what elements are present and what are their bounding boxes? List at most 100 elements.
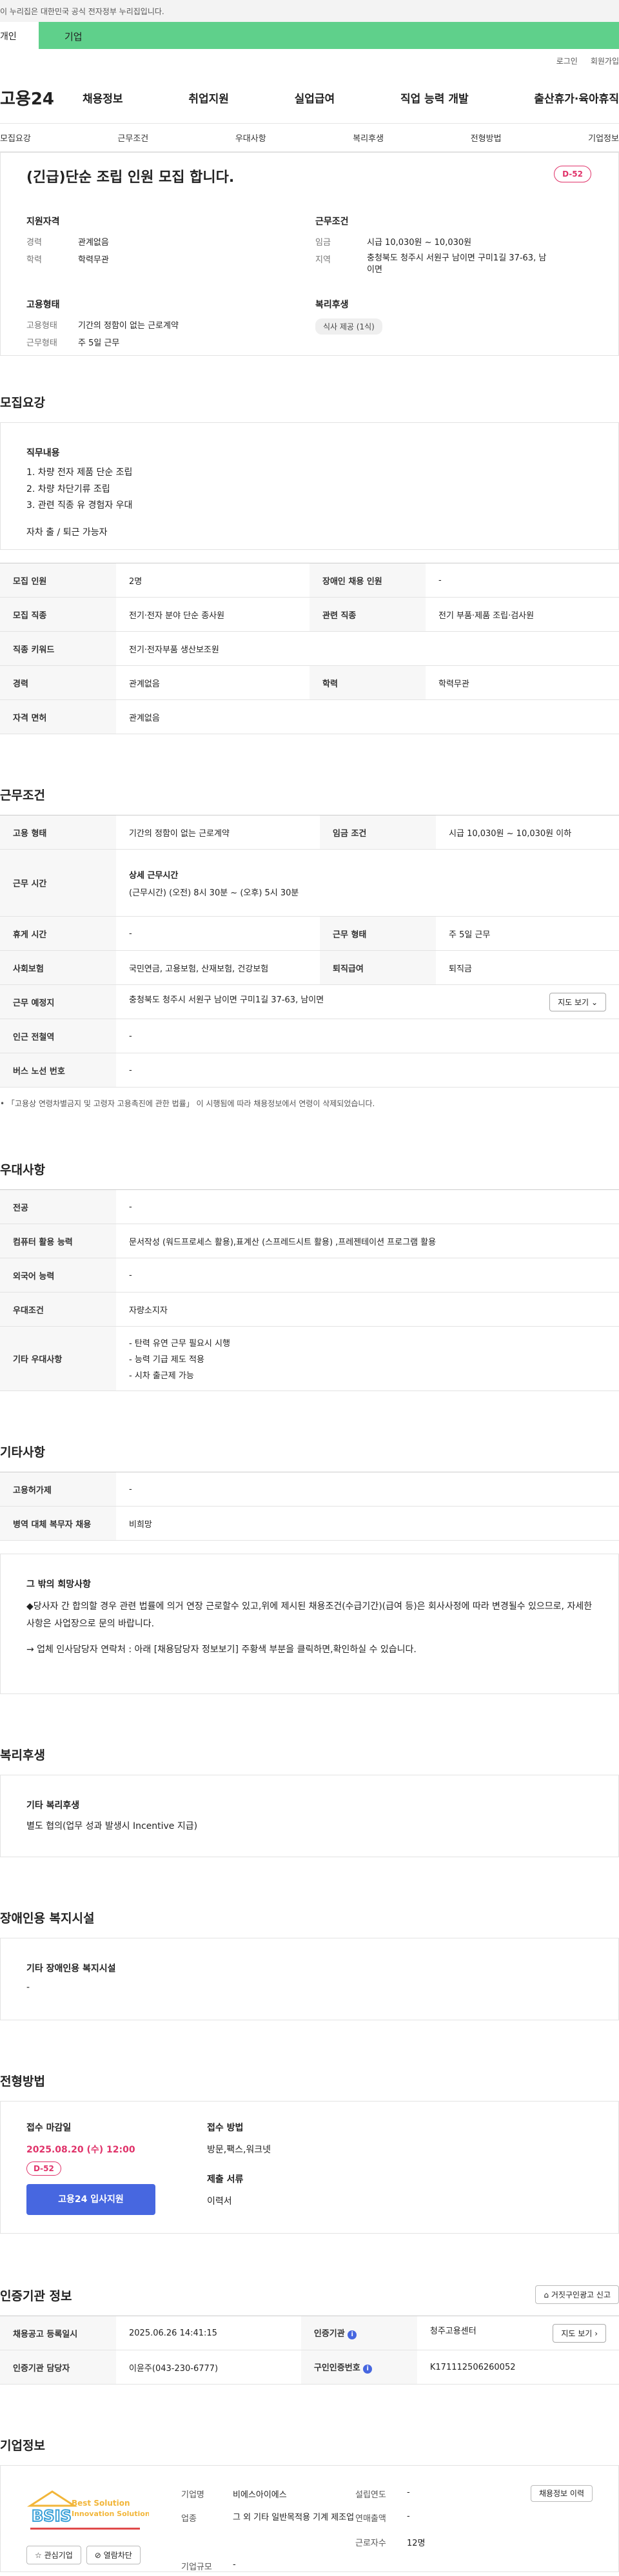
menu-unemployment[interactable]: 실업급여 [295,90,335,106]
cell-value: 관계없음 [116,699,619,734]
info-icon[interactable]: i [363,2365,373,2374]
cell-header: 컴퓨터 활용 능력 [0,1224,116,1258]
cell-header: 인근 전철역 [0,1019,116,1053]
cert-header: 인증기관 정보 ⌂ 거짓구인광고 신고 [0,2234,619,2316]
education-label: 학력 [26,255,42,265]
employee-count-label: 근로자수 [355,2538,386,2548]
cert-table: 채용공고 등록일시 2025.06.26 14:41:15 인증기관 i 청주고용… [0,2316,619,2385]
wage-value: 시급 10,030원 ~ 10,030원 [367,238,472,248]
section-nav: 모집요강 근무조건 우대사항 복리후생 전형방법 기업정보 [0,124,619,152]
cell-value: 상세 근무시간 (근무시간) (오전) 8시 30분 ~ (오후) 5시 30분 [116,849,619,917]
company-logo: BSIS Best Solution Innovation Solution [26,2488,150,2535]
subnav-apply[interactable]: 전형방법 [471,132,502,144]
method-heading: 접수 방법 [207,2123,244,2133]
docs-heading: 제출 서류 [207,2174,244,2185]
founded-year-value: - [407,2488,410,2497]
job-description-heading: 직무내용 [26,448,60,458]
join-link[interactable]: 회원가입 [591,55,619,66]
favorite-company-button[interactable]: ☆ 관심기업 [26,2546,81,2564]
other-requests-line: ◆당사자 간 합의할 경우 관련 법률에 의거 연장 근로할수 있고,위에 제시… [26,1601,593,1629]
cell-header: 우대조건 [0,1292,116,1327]
table-row: 외국어 능력 - [0,1258,619,1293]
cell-value: - [116,916,320,951]
work-time-heading: 상세 근무시간 [129,870,179,881]
subnav-work[interactable]: 근무조건 [117,132,148,144]
region-value: 충청북도 청주시 서원구 남이면 구미1길 37-63, 남이면 [367,253,547,275]
career-value: 관계없음 [78,238,109,248]
cert-number-label: 구인인증번호 [313,2363,360,2373]
subnav-pref[interactable]: 우대사항 [235,132,266,144]
site-logo[interactable]: 고용24 [0,86,83,110]
job-line-spacer [26,516,593,523]
company-section-title: 기업정보 [0,2439,45,2453]
cell-header: 관련 직종 [310,597,426,632]
table-row: 우대조건 자량소지자 [0,1292,619,1327]
cell-value: 자량소지자 [116,1292,619,1327]
apply-box: 접수 마감일 2025.08.20 (수) 12:00 D-52 고용24 입사… [0,2101,619,2234]
agency-map-button[interactable]: 지도 보기 › [553,2323,606,2343]
cell-value: - [116,1019,619,1053]
summary-card: (긴급)단순 조립 인원 모집 합니다. D-52 지원자격 경력 관계없음 학력… [0,152,619,356]
education-value: 학력무관 [78,255,109,265]
login-link[interactable]: 로그인 [556,55,578,66]
employment-type-value: 기간의 정함이 없는 근로계약 [78,321,179,331]
welfare-box: 기타 복리후생 별도 협의(업무 성과 발생시 Incentive 지급) [0,1775,619,1857]
cell-value: 청주고용센터 지도 보기 › [417,2316,619,2350]
tab-personal[interactable]: 개인 [0,22,39,49]
career-label: 경력 [26,238,42,248]
favorite-label: 관심기업 [44,2551,73,2560]
main-menu: 채용정보 취업지원 실업급여 직업 능력 개발 출산휴가·육아휴직 [83,90,619,106]
subnav-welfare[interactable]: 복리후생 [353,132,384,144]
cell-value: 2025.06.26 14:41:15 [116,2316,301,2350]
block-label: 열람차단 [103,2551,132,2560]
star-icon: ☆ [35,2551,42,2560]
recruit-history-button[interactable]: 채용정보 이력 [530,2485,593,2502]
work-place-value: 충청북도 청주시 서원구 남이면 구미1길 37-63, 남이면 [129,995,324,1005]
cell-header: 자격 면허 [0,699,116,734]
subnav-recruit[interactable]: 모집요강 [0,132,31,144]
age-note: • 「고용상 연령차별금지 및 고령자 고용촉진에 관한 법률」 이 시행됨에 … [0,1099,375,1108]
job-line: 2. 차량 차단기류 조립 [26,483,110,494]
tab-company[interactable]: 기업 [39,22,619,49]
apply-button[interactable]: 고용24 입사지원 [26,2184,155,2215]
report-ad-button[interactable]: ⌂ 거짓구인광고 신고 [535,2285,619,2304]
table-row: 인근 전철역 - [0,1019,619,1053]
wage-label: 임금 [315,238,331,248]
cell-header: 인증기관 담당자 [0,2350,116,2385]
table-row: 경력 관계없음 학력 학력무관 [0,665,619,700]
table-row: 전공 - [0,1189,619,1224]
work-condition-heading: 근무조건 [315,217,349,227]
industry-value: 그 외 기타 일반목적용 기계 제조업 [233,2513,355,2522]
home-icon: ⌂ [544,2290,549,2299]
other-requests-box: 그 밖의 희망사항 ◆당사자 간 합의할 경우 관련 법률에 의거 연장 근로할… [0,1554,619,1694]
map-view-button[interactable]: 지도 보기 ⌄ [549,992,606,1011]
recruit-table: 모집 인원 2명 장애인 채용 인원 - 모집 직종 전기·전자 분야 단순 종사원 … [0,563,619,734]
cell-value: - [116,1258,619,1293]
cell-value: 학력무관 [426,665,619,700]
menu-jobs[interactable]: 채용정보 [83,90,123,106]
industry-label: 업종 [181,2514,197,2524]
subnav-company[interactable]: 기업정보 [588,132,619,144]
cell-value: 주 5일 근무 [436,916,619,951]
disabled-facility-box: 기타 장애인용 복지시설 - [0,1938,619,2020]
region-label: 지역 [315,255,331,265]
table-row: 버스 노선 번호 - [0,1053,619,1088]
cell-header: 병역 대체 복무자 채용 [0,1506,116,1541]
cell-value: 전기·전자 분야 단순 종사원 [116,597,310,632]
map-view-label: 지도 보기 [558,997,589,1007]
block-view-button[interactable]: ⊘ 열람차단 [86,2546,141,2564]
info-icon[interactable]: i [348,2330,357,2339]
disabled-facility-heading: 기타 장애인용 복지시설 [26,1964,116,1974]
cell-header: 장애인 채용 인원 [310,563,426,598]
global-nav: 고용24 채용정보 취업지원 실업급여 직업 능력 개발 출산휴가·육아휴직 [0,72,619,124]
menu-training[interactable]: 직업 능력 개발 [400,90,469,106]
pref-etc-line: - 탄력 유연 근무 필요시 시행 [129,1339,230,1349]
gov-notice-bar: 이 누리집은 대한민국 공식 전자정부 누리집입니다. [0,0,619,22]
cell-value: - [116,1472,619,1507]
user-type-bar: 개인 기업 [0,22,619,49]
menu-employment-support[interactable]: 취업지원 [188,90,229,106]
table-row: 사회보험 국민연금, 고용보험, 산재보험, 건강보험 퇴직급여 퇴직금 [0,950,619,985]
menu-parental-leave[interactable]: 출산휴가·육아휴직 [534,90,619,106]
cell-header: 퇴직급여 [320,950,437,985]
other-requests-line: → 업체 인사담당자 연락처 : 아래 [채용담당자 정보보기] 주황색 부분을… [26,1644,417,1655]
